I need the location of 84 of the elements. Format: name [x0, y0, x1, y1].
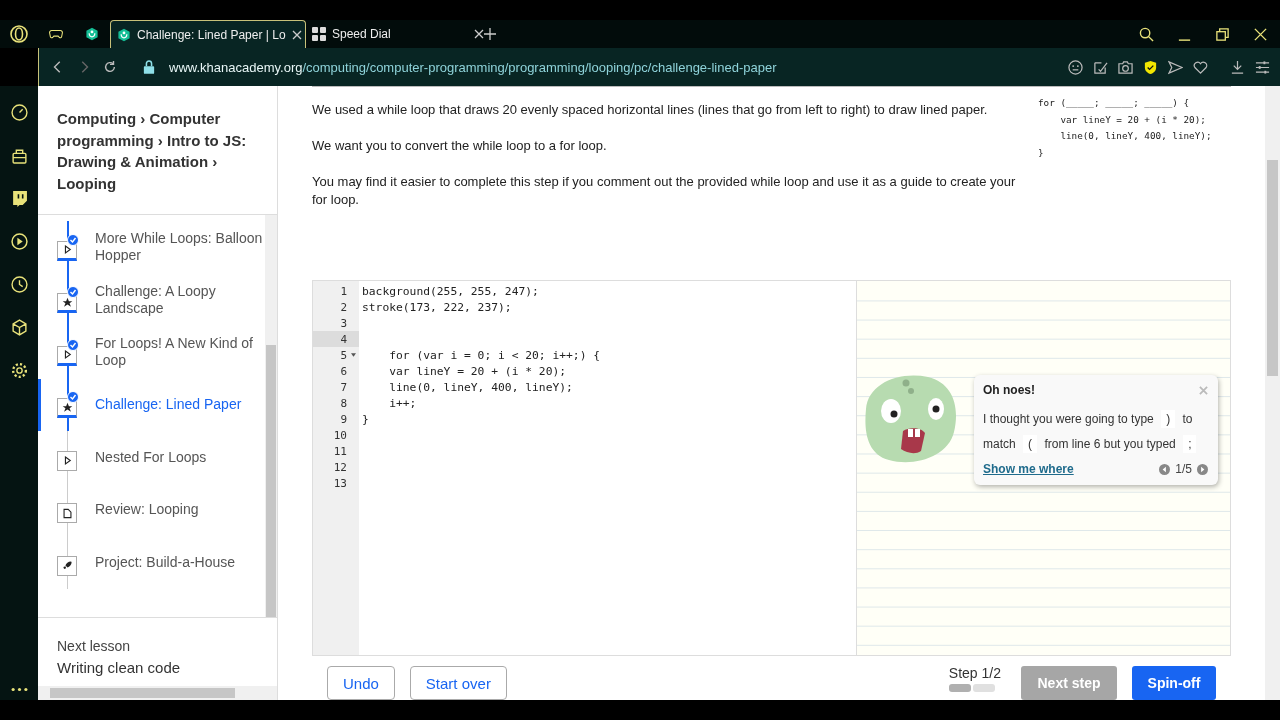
- download-icon[interactable]: [1230, 59, 1245, 75]
- step-label: Step 1/2: [948, 664, 1001, 681]
- line-number: 8: [340, 396, 347, 410]
- hexagon-leaf-icon: [117, 27, 131, 42]
- lesson-item[interactable]: More While Loops: Balloon Hopper: [38, 221, 265, 274]
- play-icon[interactable]: [10, 233, 28, 250]
- line-number: 1: [340, 284, 347, 298]
- line-number: 7: [340, 380, 347, 394]
- browser-logo-icon[interactable]: [9, 24, 29, 44]
- lesson-item[interactable]: Challenge: A Loopy Landscape: [38, 273, 265, 326]
- lesson-item[interactable]: Nested For Loops: [38, 431, 265, 484]
- code-hint: for (_____; _____; _____) { var lineY = 20 + (i * 20); line(0, lineY, 400, lineY); }: [1038, 96, 1212, 160]
- settings-icon[interactable]: [10, 362, 28, 379]
- scrollbar[interactable]: [265, 215, 277, 617]
- clock-icon[interactable]: [10, 276, 28, 293]
- lesson-item[interactable]: Challenge: Lined Paper: [38, 378, 265, 431]
- lesson-item[interactable]: For Loops! A New Kind of Loop: [38, 326, 265, 379]
- browser-tab[interactable]: Speed Dial: [306, 20, 490, 48]
- close-icon[interactable]: [474, 29, 484, 39]
- next-lesson-link[interactable]: Writing clean code: [57, 659, 258, 676]
- lock-icon: [143, 60, 155, 74]
- next-icon[interactable]: [1197, 463, 1208, 475]
- fold-caret-icon[interactable]: [351, 353, 356, 358]
- heart-icon[interactable]: [1193, 59, 1208, 75]
- lesson-item[interactable]: Review: Looping: [38, 483, 265, 536]
- grid-icon: [312, 27, 326, 41]
- scrollbar[interactable]: [38, 686, 277, 700]
- edit-icon[interactable]: [1093, 59, 1108, 75]
- show-me-where-link[interactable]: Show me where: [983, 462, 1074, 477]
- plus-icon[interactable]: [484, 28, 496, 40]
- page-counter: 1/5: [1175, 462, 1192, 477]
- scrollbar-thumb[interactable]: [50, 688, 235, 698]
- tab-title: Speed Dial: [332, 27, 392, 41]
- browser-tab[interactable]: Challenge: Lined Paper | Lo: [110, 20, 306, 48]
- restore-icon[interactable]: [1215, 26, 1230, 42]
- line-number: 12: [333, 460, 347, 474]
- instruction-text: You may find it easier to complete this step if you comment out the provided while loop and use it as a guide to create your for loop.: [312, 173, 1017, 209]
- reload-icon[interactable]: [103, 60, 117, 74]
- shield-icon[interactable]: [1143, 59, 1158, 75]
- line-number: 6: [340, 364, 347, 378]
- close-icon[interactable]: [1253, 26, 1268, 42]
- footer-button[interactable]: Undo: [327, 666, 395, 700]
- hexagon-leaf-icon: [85, 27, 99, 41]
- send-icon[interactable]: [1168, 59, 1183, 75]
- scrollbar-thumb[interactable]: [266, 345, 276, 617]
- line-number: 4: [340, 332, 347, 346]
- code-line: i++;: [388, 396, 417, 410]
- code-line: var lineY = 20 + (i * 20);: [388, 364, 567, 378]
- close-icon[interactable]: [291, 29, 302, 40]
- instruction-text: We used a while loop that draws 20 evenly spaced horizontal lines (lines that go from left to right) to draw lined paper.: [312, 101, 989, 119]
- instruction-text: We want you to convert the while loop to a for loop.: [312, 137, 608, 155]
- code-line: }: [362, 412, 369, 426]
- more-icon[interactable]: [10, 687, 28, 692]
- code-line: line(0, lineY, 400, lineY);: [388, 380, 573, 394]
- footer-button[interactable]: Start over: [409, 666, 507, 700]
- error-message: I thought you were going to type ) to match ( from line 6 but you typed ;: [983, 407, 1208, 457]
- chat-icon[interactable]: [10, 190, 28, 207]
- line-number: 9: [340, 412, 347, 426]
- line-number: 5: [340, 348, 347, 362]
- code-line: stroke(173, 222, 237);: [362, 300, 512, 314]
- lesson-item[interactable]: Project: Build-a-House: [38, 536, 265, 589]
- scrollbar[interactable]: [1265, 86, 1280, 700]
- camera-icon[interactable]: [1118, 59, 1133, 75]
- settings-icon[interactable]: [1255, 59, 1270, 75]
- error-title: Oh noes!: [983, 383, 1035, 398]
- line-number: 11: [333, 444, 347, 458]
- line-number: 13: [333, 476, 347, 490]
- scrollbar-thumb[interactable]: [1267, 160, 1278, 376]
- line-number: 10: [333, 428, 347, 442]
- next-lesson-label: Next lesson: [57, 638, 132, 654]
- bag-icon[interactable]: [10, 147, 28, 164]
- speedometer-icon[interactable]: [10, 104, 28, 121]
- code-line: background(255, 255, 247);: [362, 284, 539, 298]
- previous-icon[interactable]: [1159, 463, 1171, 475]
- smiley-icon[interactable]: [1068, 59, 1083, 75]
- line-number: 2: [340, 300, 347, 314]
- search-icon[interactable]: [1139, 26, 1154, 42]
- breadcrumb-trail[interactable]: Computing › Computer programming › Intro to JS: Drawing & Animation › Looping: [57, 108, 259, 194]
- line-number: 3: [340, 316, 347, 330]
- gamepad-icon: [49, 27, 63, 41]
- tab-title: Challenge: Lined Paper | Lo: [137, 27, 286, 42]
- spin-off-button[interactable]: Spin-off: [1132, 666, 1216, 700]
- cube-icon[interactable]: [10, 319, 28, 336]
- code-line: for (var i = 0; i < 20; i++;) {: [388, 348, 601, 362]
